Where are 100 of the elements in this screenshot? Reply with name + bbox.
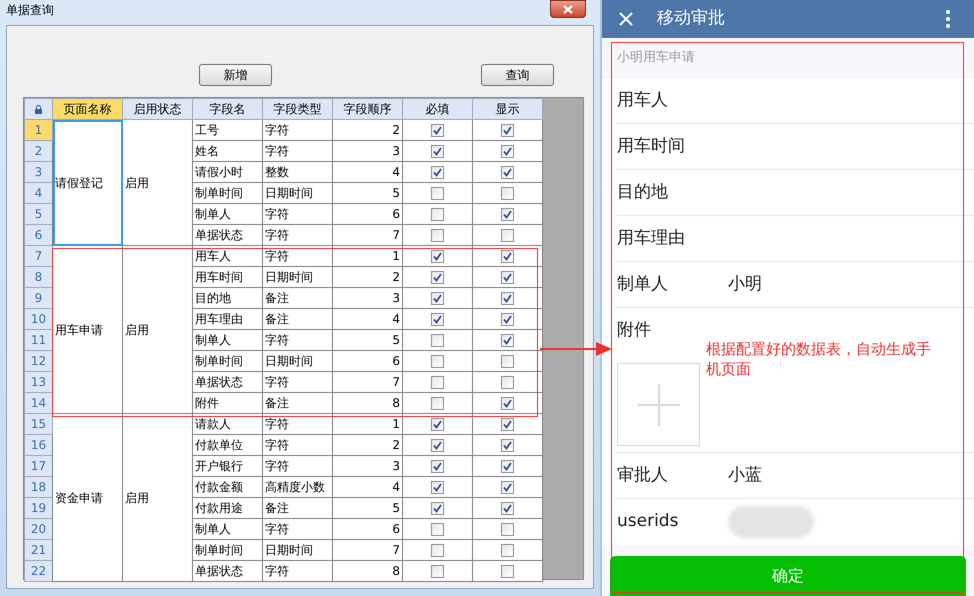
table-cell: 日期时间 xyxy=(262,350,332,372)
checkbox[interactable] xyxy=(501,208,514,222)
checkbox[interactable] xyxy=(501,376,514,390)
checkbox[interactable] xyxy=(501,313,514,326)
checkbox[interactable] xyxy=(501,439,514,452)
confirm-button[interactable]: 确定 xyxy=(610,556,966,596)
checkbox[interactable] xyxy=(501,565,514,578)
row-header[interactable]: 21 xyxy=(24,540,52,560)
app-title: 移动审批 xyxy=(657,7,725,30)
checkbox[interactable] xyxy=(431,334,444,348)
field-label: userids xyxy=(617,510,680,534)
column-header[interactable]: 启用状态 xyxy=(122,98,192,120)
checkbox[interactable] xyxy=(501,355,514,368)
checkbox[interactable] xyxy=(431,523,444,536)
checkbox[interactable] xyxy=(501,187,514,200)
checkbox[interactable] xyxy=(501,124,514,138)
table-cell: 单据状态 xyxy=(192,372,262,392)
column-header[interactable]: 页面名称 xyxy=(52,98,122,120)
checkbox[interactable] xyxy=(501,250,514,264)
checkbox[interactable] xyxy=(501,166,514,180)
checkbox[interactable] xyxy=(431,397,444,410)
checkbox[interactable] xyxy=(501,271,514,284)
checkbox[interactable] xyxy=(501,544,514,558)
row-header[interactable]: 5 xyxy=(24,204,52,224)
close-button[interactable] xyxy=(550,0,586,18)
checkbox[interactable] xyxy=(431,460,444,474)
row-header[interactable]: 18 xyxy=(24,476,52,498)
table-cell: 备注 xyxy=(262,288,332,308)
row-header[interactable]: 20 xyxy=(24,518,52,540)
column-header[interactable]: 字段名 xyxy=(192,98,262,120)
checkbox[interactable] xyxy=(501,334,514,348)
row-header[interactable]: 11 xyxy=(24,330,52,350)
checkbox[interactable] xyxy=(501,418,514,432)
checkbox[interactable] xyxy=(501,502,514,516)
checkbox[interactable] xyxy=(431,439,444,452)
checkbox[interactable] xyxy=(501,481,514,494)
row-header[interactable]: 10 xyxy=(24,308,52,330)
row-header[interactable]: 2 xyxy=(24,140,52,162)
row-header[interactable]: 22 xyxy=(24,560,52,582)
checkbox[interactable] xyxy=(431,544,444,558)
table-cell: 单据状态 xyxy=(192,560,262,582)
close-icon[interactable] xyxy=(618,11,634,27)
close-icon xyxy=(563,4,573,14)
table-cell: 字符 xyxy=(262,204,332,224)
table-cell: 字符 xyxy=(262,120,332,140)
row-header[interactable]: 4 xyxy=(24,182,52,204)
add-button[interactable]: 新增 xyxy=(199,64,272,86)
column-header[interactable]: 显示 xyxy=(472,98,542,120)
table-cell: 1 xyxy=(332,246,402,266)
table-cell: 字符 xyxy=(262,414,332,434)
table-cell: 请款人 xyxy=(192,414,262,434)
table-cell: 付款单位 xyxy=(192,434,262,456)
checkbox[interactable] xyxy=(431,145,444,158)
table-cell: 2 xyxy=(332,120,402,140)
table-cell: 备注 xyxy=(262,498,332,518)
row-header[interactable]: 12 xyxy=(24,350,52,372)
table-cell: 目的地 xyxy=(192,288,262,308)
row-header[interactable]: 16 xyxy=(24,434,52,456)
checkbox[interactable] xyxy=(431,355,444,368)
checkbox[interactable] xyxy=(431,187,444,200)
form-subtitle: 小明用车申请 xyxy=(617,48,695,67)
checkbox[interactable] xyxy=(431,229,444,242)
checkbox[interactable] xyxy=(431,565,444,578)
checkbox[interactable] xyxy=(501,229,514,242)
checkbox[interactable] xyxy=(431,418,444,432)
row-header[interactable]: 13 xyxy=(24,372,52,392)
checkbox[interactable] xyxy=(431,292,444,306)
checkbox[interactable] xyxy=(431,502,444,516)
checkbox[interactable] xyxy=(431,124,444,138)
table-cell: 日期时间 xyxy=(262,182,332,204)
column-header[interactable]: 必填 xyxy=(402,98,472,120)
query-button[interactable]: 查询 xyxy=(481,64,554,86)
checkbox[interactable] xyxy=(431,376,444,390)
row-header[interactable]: 7 xyxy=(24,246,52,266)
checkbox[interactable] xyxy=(501,145,514,158)
row-header[interactable]: 9 xyxy=(24,288,52,308)
checkbox[interactable] xyxy=(501,292,514,306)
row-header[interactable]: 1 xyxy=(24,120,52,140)
checkbox[interactable] xyxy=(431,481,444,494)
checkbox[interactable] xyxy=(431,208,444,222)
checkbox[interactable] xyxy=(431,313,444,326)
row-header[interactable]: 8 xyxy=(24,266,52,288)
checkbox[interactable] xyxy=(431,271,444,284)
checkbox[interactable] xyxy=(501,523,514,536)
checkbox[interactable] xyxy=(501,460,514,474)
checkbox[interactable] xyxy=(431,166,444,180)
table-cell: 日期时间 xyxy=(262,540,332,560)
table-cell: 日期时间 xyxy=(262,266,332,288)
column-header[interactable]: 字段类型 xyxy=(262,98,332,120)
row-header[interactable]: 14 xyxy=(24,392,52,414)
table-cell: 付款金额 xyxy=(192,476,262,498)
row-header[interactable]: 19 xyxy=(24,498,52,518)
row-header[interactable]: 3 xyxy=(24,162,52,182)
row-header[interactable]: 6 xyxy=(24,224,52,246)
checkbox[interactable] xyxy=(431,250,444,264)
row-header[interactable]: 15 xyxy=(24,414,52,434)
checkbox[interactable] xyxy=(501,397,514,410)
column-header[interactable]: 字段顺序 xyxy=(332,98,402,120)
row-header[interactable]: 17 xyxy=(24,456,52,476)
more-icon[interactable] xyxy=(946,10,950,28)
